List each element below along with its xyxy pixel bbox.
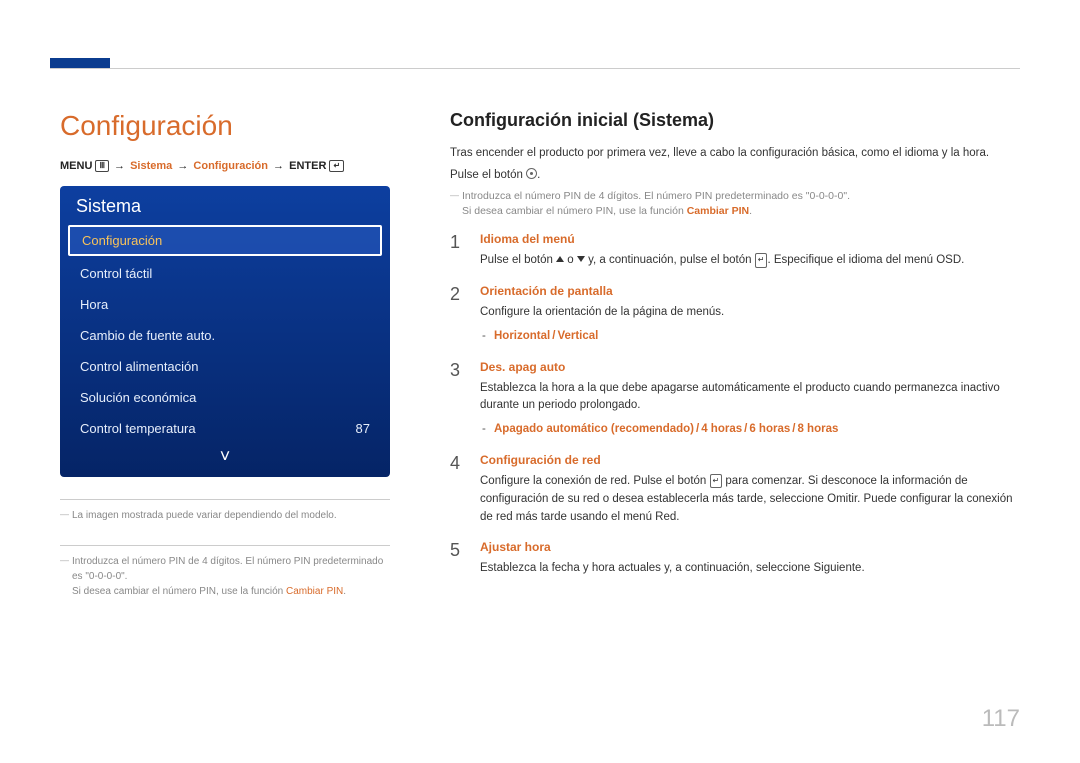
- divider: [60, 545, 390, 546]
- step-text: .: [861, 562, 864, 574]
- enter-icon: ↵: [329, 160, 344, 172]
- breadcrumb-item: Sistema: [130, 160, 172, 172]
- osd-item-label: Control táctil: [80, 266, 152, 281]
- step-item: Orientación de pantalla Configure la ori…: [450, 284, 1020, 346]
- osd-menu-item-configuracion[interactable]: Configuración: [68, 225, 382, 256]
- osd-menu-item-control-tactil[interactable]: Control táctil: [60, 258, 390, 289]
- enter-icon: ↵: [710, 474, 723, 488]
- body-text: .: [537, 169, 540, 181]
- subsection-title: Configuración inicial (Sistema): [450, 110, 1020, 131]
- footnote: La imagen mostrada puede variar dependie…: [60, 508, 390, 523]
- content-columns: Configuración MENU Ⅲ → Sistema → Configu…: [60, 30, 1020, 605]
- option: Horizontal: [494, 330, 550, 342]
- osd-menu-item-solucion-economica[interactable]: Solución económica: [60, 382, 390, 413]
- step-body: Establezca la fecha y hora actuales y, a…: [480, 560, 1020, 578]
- osd-item-label: Configuración: [82, 233, 162, 248]
- section-title: Configuración: [60, 110, 390, 142]
- step-item: Des. apag auto Establezca la hora a la q…: [450, 360, 1020, 439]
- step-body: Configure la conexión de red. Pulse el b…: [480, 473, 1020, 526]
- osd-item-value: 87: [356, 421, 370, 436]
- note-text: .: [749, 205, 752, 217]
- chevron-down-icon[interactable]: ˅: [60, 444, 390, 467]
- menu-icon: Ⅲ: [95, 160, 109, 172]
- enter-icon: ↵: [755, 253, 768, 267]
- note-highlight: Cambiar PIN: [687, 205, 749, 217]
- arrow-icon: →: [114, 160, 125, 172]
- body-paragraph: Tras encender el producto por primera ve…: [450, 145, 1020, 163]
- step-body: Configure la orientación de la página de…: [480, 304, 1020, 322]
- step-item: Idioma del menú Pulse el botón o y, a co…: [450, 232, 1020, 270]
- option: Apagado automático (recomendado): [494, 423, 694, 435]
- body-paragraph: Pulse el botón .: [450, 167, 1020, 185]
- osd-item-label: Control temperatura: [80, 421, 196, 436]
- breadcrumb: MENU Ⅲ → Sistema → Configuración → ENTER…: [60, 160, 390, 172]
- step-text: .: [676, 511, 679, 523]
- breadcrumb-enter: ENTER: [289, 160, 326, 172]
- step-text: Pulse el botón: [480, 254, 556, 266]
- header-rule: [50, 68, 1020, 69]
- arrow-icon: →: [273, 160, 284, 172]
- left-column: Configuración MENU Ⅲ → Sistema → Configu…: [60, 110, 420, 605]
- note-text: Si desea cambiar el número PIN, use la f…: [462, 205, 687, 217]
- step-heading: Configuración de red: [480, 453, 1020, 467]
- osd-item-label: Cambio de fuente auto.: [80, 328, 215, 343]
- step-heading: Des. apag auto: [480, 360, 1020, 374]
- page-number: 117: [982, 705, 1020, 733]
- osd-menu-item-control-alimentacion[interactable]: Control alimentación: [60, 351, 390, 382]
- option-list: Apagado automático (recomendado)/4 horas…: [480, 421, 1020, 439]
- osd-item-label: Hora: [80, 297, 108, 312]
- step-text: o: [564, 254, 577, 266]
- header-accent: [50, 58, 110, 68]
- power-circle-icon: [526, 168, 537, 179]
- step-highlight: Red: [655, 511, 676, 523]
- step-text: Configure la conexión de red. Pulse el b…: [480, 475, 710, 487]
- step-heading: Idioma del menú: [480, 232, 1020, 246]
- osd-menu-item-cambio-fuente[interactable]: Cambio de fuente auto.: [60, 320, 390, 351]
- step-body: Pulse el botón o y, a continuación, puls…: [480, 252, 1020, 270]
- breadcrumb-item: Configuración: [193, 160, 268, 172]
- step-heading: Orientación de pantalla: [480, 284, 1020, 298]
- steps-list: Idioma del menú Pulse el botón o y, a co…: [450, 232, 1020, 578]
- footnote-text: Introduzca el número PIN de 4 dígitos. E…: [72, 556, 383, 582]
- osd-panel: Sistema Configuración Control táctil Hor…: [60, 186, 390, 477]
- osd-item-label: Control alimentación: [80, 359, 199, 374]
- arrow-icon: →: [177, 160, 188, 172]
- option: 8 horas: [797, 423, 838, 435]
- step-text: Establezca la fecha y hora actuales y, a…: [480, 562, 813, 574]
- step-bold: Omitir: [827, 493, 857, 505]
- step-text: . Especifique el idioma del menú OSD.: [767, 254, 964, 266]
- document-page: Configuración MENU Ⅲ → Sistema → Configu…: [0, 0, 1080, 763]
- note-text: Introduzca el número PIN de 4 dígitos. E…: [462, 190, 850, 202]
- right-column: Configuración inicial (Sistema) Tras enc…: [420, 110, 1020, 605]
- osd-menu-item-hora[interactable]: Hora: [60, 289, 390, 320]
- body-text: Pulse el botón: [450, 169, 526, 181]
- step-heading: Ajustar hora: [480, 540, 1020, 554]
- step-item: Ajustar hora Establezca la fecha y hora …: [450, 540, 1020, 578]
- footnote: Introduzca el número PIN de 4 dígitos. E…: [60, 554, 390, 599]
- triangle-up-icon: [556, 256, 564, 262]
- osd-panel-title: Sistema: [60, 186, 390, 223]
- osd-item-label: Solución económica: [80, 390, 196, 405]
- option: Vertical: [557, 330, 598, 342]
- footnote-highlight: Cambiar PIN: [286, 586, 343, 597]
- option: 4 horas: [701, 423, 742, 435]
- step-item: Configuración de red Configure la conexi…: [450, 453, 1020, 526]
- breadcrumb-menu: MENU: [60, 160, 92, 172]
- footnote-text: Si desea cambiar el número PIN, use la f…: [72, 586, 286, 597]
- option: 6 horas: [749, 423, 790, 435]
- step-body: Establezca la hora a la que debe apagars…: [480, 380, 1020, 416]
- inline-note: Introduzca el número PIN de 4 dígitos. E…: [450, 189, 1020, 221]
- divider: [60, 499, 390, 500]
- option-list: Horizontal/Vertical: [480, 328, 1020, 346]
- triangle-down-icon: [577, 256, 585, 262]
- step-text: y, a continuación, pulse el botón: [585, 254, 755, 266]
- osd-menu-item-control-temperatura[interactable]: Control temperatura 87: [60, 413, 390, 444]
